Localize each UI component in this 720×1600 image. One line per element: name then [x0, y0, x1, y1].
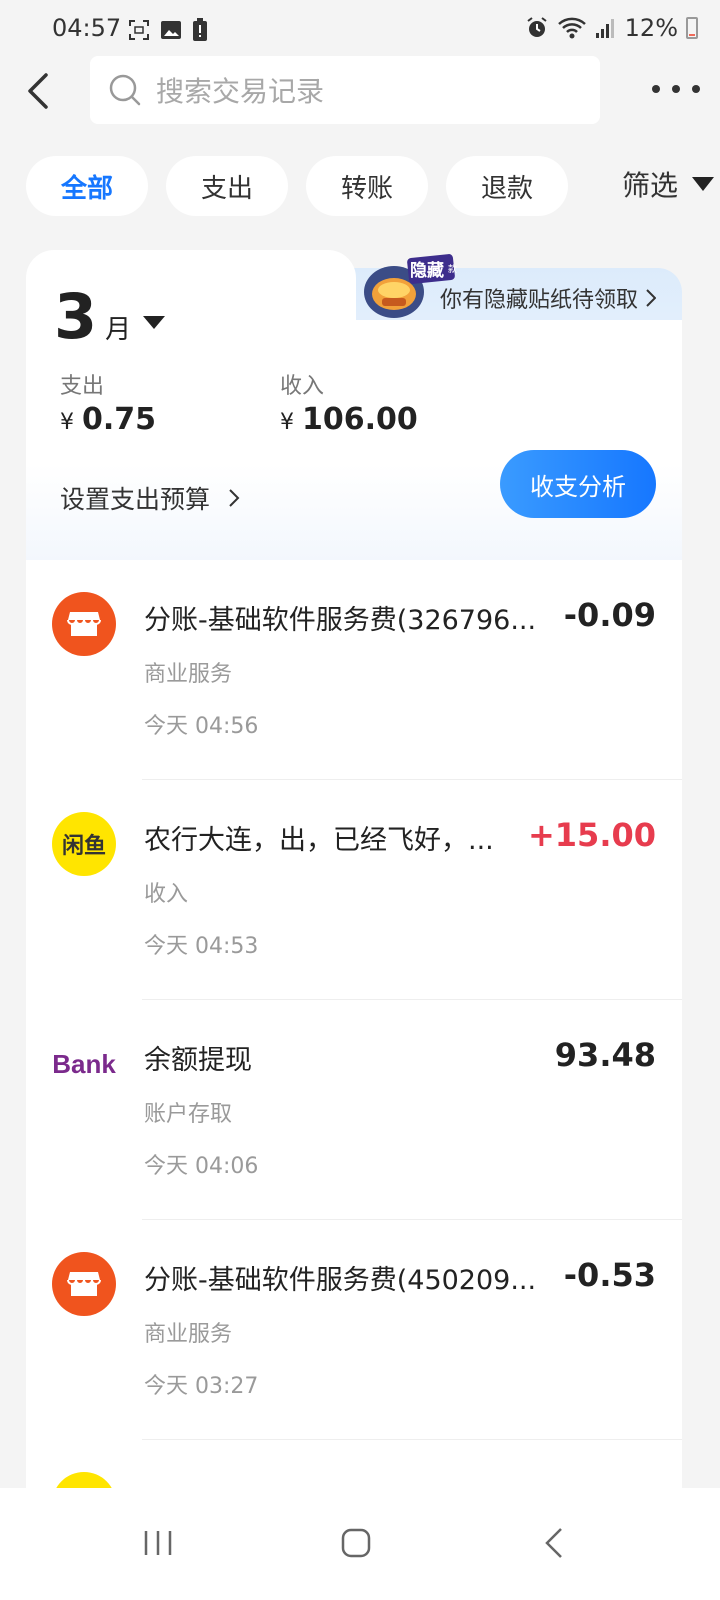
chip-expense[interactable]: 支出	[166, 156, 288, 216]
battery-level	[689, 33, 695, 36]
dot-icon	[692, 85, 700, 93]
transaction-list: 分账-基础软件服务费(326796... -0.09 商业服务 今天 04:56…	[26, 560, 682, 1490]
chevron-left-icon	[28, 73, 48, 109]
transaction-amount: +15.00	[527, 816, 656, 854]
expense-value: 0.75	[82, 402, 157, 437]
bank-logo-text: Bank	[52, 1048, 116, 1079]
chevron-right-icon	[229, 489, 240, 507]
battery-icon	[686, 17, 698, 39]
status-icons-right: 12%	[525, 14, 698, 42]
transaction-row[interactable]: 闲鱼 农行大连，出，已经飞好，... +15.00 收入 今天 04:53	[26, 780, 682, 1000]
filter-bar: 全部 支出 转账 退款 筛选	[26, 156, 720, 216]
store-icon	[52, 1252, 116, 1316]
set-budget-link[interactable]: 设置支出预算	[60, 480, 240, 516]
store-icon	[52, 592, 116, 656]
transaction-category: 商业服务	[144, 662, 233, 687]
transaction-row[interactable]: Bank 余额提现 93.48 账户存取 今天 04:06	[26, 1000, 682, 1220]
expense-label: 支出	[60, 374, 105, 399]
filter-button[interactable]: 筛选	[622, 164, 715, 204]
transaction-time: 今天 04:53	[144, 934, 259, 959]
xianyu-logo-text: 闲鱼	[61, 834, 106, 859]
dot-icon	[652, 85, 660, 93]
transaction-time: 今天 03:27	[144, 1374, 259, 1399]
recent-apps-icon	[144, 1531, 172, 1555]
xianyu-logo-icon: 闲鱼	[52, 812, 116, 876]
transaction-title: 农行大连，出，已经飞好，...	[144, 825, 494, 856]
income-value: 106.00	[302, 402, 418, 437]
hidden-sticker-text: 你有隐藏贴纸待领取	[440, 288, 639, 313]
analysis-button[interactable]: 收支分析	[500, 450, 656, 518]
home-button[interactable]	[316, 1508, 396, 1578]
more-options-button[interactable]	[652, 74, 700, 104]
nav-back-button[interactable]	[514, 1508, 594, 1578]
income-label: 收入	[280, 374, 325, 399]
transaction-title: 余额提现	[144, 1045, 252, 1076]
chip-refund[interactable]: 退款	[446, 156, 568, 216]
system-nav-bar	[0, 1488, 720, 1600]
chevron-right-icon	[646, 289, 657, 307]
store-glyph-icon	[67, 1272, 101, 1296]
transaction-row-partial[interactable]	[26, 1440, 682, 1490]
transaction-amount: -0.09	[563, 596, 656, 634]
caret-down-icon	[692, 177, 715, 191]
sticker-badge-suffix: 款	[448, 263, 457, 275]
expense-total: ¥0.75	[60, 402, 156, 437]
transaction-title: 分账-基础软件服务费(326796...	[144, 605, 537, 636]
filter-label: 筛选	[622, 169, 679, 202]
back-icon	[545, 1528, 562, 1558]
currency-symbol: ¥	[280, 410, 294, 435]
transaction-amount: 93.48	[554, 1036, 656, 1074]
transaction-time: 今天 04:56	[144, 714, 259, 739]
screenshot-icon	[129, 20, 149, 40]
transaction-category: 收入	[144, 882, 189, 907]
transaction-category: 账户存取	[144, 1102, 233, 1127]
image-icon	[161, 21, 181, 39]
transaction-row[interactable]: 分账-基础软件服务费(450209... -0.53 商业服务 今天 03:27	[26, 1220, 682, 1440]
chip-transfer[interactable]: 转账	[306, 156, 428, 216]
status-time: 04:57	[52, 14, 122, 42]
month-unit: 月	[105, 315, 132, 345]
currency-symbol: ¥	[60, 410, 74, 435]
monthly-summary-card: 隐藏 款 你有隐藏贴纸待领取 3 月 支出 ¥0.75 收入 ¥106.00 设…	[26, 250, 682, 560]
month-number: 3	[54, 280, 98, 353]
search-placeholder: 搜索交易记录	[156, 75, 325, 108]
sticker-badge-text: 隐藏	[410, 260, 444, 281]
wifi-icon	[557, 17, 586, 39]
status-bar: 04:57 12%	[0, 0, 720, 60]
status-icons-left	[128, 18, 208, 42]
hidden-sticker-link[interactable]: 你有隐藏贴纸待领取	[440, 282, 657, 314]
store-glyph-icon	[67, 612, 101, 636]
transaction-row[interactable]: 分账-基础软件服务费(326796... -0.09 商业服务 今天 04:56	[26, 560, 682, 780]
transaction-title: 分账-基础软件服务费(450209...	[144, 1265, 537, 1296]
card-bg	[326, 320, 682, 560]
alarm-icon	[527, 17, 547, 37]
dot-icon	[672, 85, 680, 93]
transaction-amount: -0.53	[563, 1256, 656, 1294]
search-icon	[109, 74, 141, 106]
signal-icon	[595, 19, 614, 38]
caret-down-icon	[143, 315, 166, 329]
chip-all[interactable]: 全部	[26, 156, 148, 216]
battery-alert-icon	[193, 18, 207, 41]
transaction-time: 今天 04:06	[144, 1154, 259, 1179]
income-total: ¥106.00	[280, 402, 418, 437]
bank-logo-icon: Bank	[52, 1032, 116, 1096]
budget-link-label: 设置支出预算	[60, 485, 211, 514]
recent-apps-button[interactable]	[118, 1508, 198, 1578]
month-selector[interactable]: 3 月	[54, 280, 166, 353]
back-button[interactable]	[18, 66, 58, 116]
battery-percent: 12%	[624, 14, 678, 42]
transaction-category: 商业服务	[144, 1322, 233, 1347]
search-input[interactable]: 搜索交易记录	[90, 56, 600, 124]
home-icon	[341, 1528, 371, 1558]
